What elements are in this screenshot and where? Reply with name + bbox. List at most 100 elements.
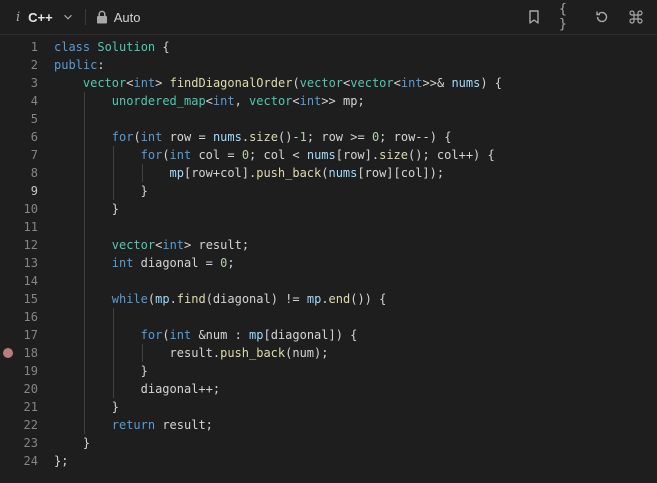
indent-guide [83,92,85,110]
code-line[interactable]: 12 vector<int> result; [0,236,657,254]
code-line[interactable]: 4 unordered_map<int, vector<int>> mp; [0,92,657,110]
bookmark-button[interactable] [525,8,543,26]
code-token: . [321,292,329,306]
code-token: } [140,364,148,378]
code-line[interactable]: 3 vector<int> findDiagonalOrder(vector<ve… [0,74,657,92]
line-number: 6 [30,130,38,144]
code-line[interactable]: 16 [0,308,657,326]
indent-guide [83,110,85,128]
code-token: : [97,58,105,72]
code-text: class Solution { [54,38,170,56]
code-token: { [155,40,170,54]
code-token: Solution [97,40,156,54]
code-line[interactable]: 22 return result; [0,416,657,434]
indent-guide [83,344,85,362]
code-line[interactable]: 6 for(int row = nums.size()-1; row >= 0; … [0,128,657,146]
indent-guide [112,362,114,380]
line-number: 17 [23,328,38,342]
code-token: ( [133,130,141,144]
language-selector[interactable]: i C++ [16,10,75,25]
code-text: for(int row = nums.size()-1; row >= 0; r… [112,128,452,146]
mode-label[interactable]: Auto [114,10,141,25]
code-line[interactable]: 1 class Solution { [0,38,657,56]
code-line[interactable]: 20 diagonal++; [0,380,657,398]
code-line[interactable]: 7 for(int col = 0; col < nums[row].size()… [0,146,657,164]
line-number: 23 [23,436,38,450]
code-token: nums [306,148,336,162]
command-icon [629,10,643,24]
code-line[interactable]: 15 while(mp.find(diagonal) != mp.end()) { [0,290,657,308]
code-text: result.push_back(num); [170,344,329,362]
braces-icon: { } [559,2,567,32]
code-line[interactable]: 9} [0,182,657,200]
code-line[interactable]: 19} [0,362,657,380]
code-token: row = [162,130,213,144]
code-token: nums [328,166,358,180]
autocomplete-mode[interactable]: Auto [96,10,141,25]
line-number: 15 [23,292,38,306]
code-token: mp [155,292,170,306]
indent-guide [83,200,85,218]
code-token: ( [162,148,170,162]
code-token: } [111,400,119,414]
indent-guide [141,164,143,182]
code-line[interactable]: 21} [0,398,657,416]
code-line[interactable]: 18 result.push_back(num); [0,344,657,362]
code-token: }; [54,454,69,468]
code-token: for [140,148,163,162]
format-code-button[interactable]: { } [559,2,577,32]
code-line[interactable]: 8 mp[row+col].push_back(nums[row][col]); [0,164,657,182]
indent-guide [112,326,114,344]
line-number: 22 [23,418,38,432]
code-token: 1 [299,130,307,144]
indent-guide [83,146,85,164]
code-token: nums [451,76,481,90]
code-token: [row]. [335,148,380,162]
code-text: } [112,398,119,416]
indent-guide [83,128,85,146]
indent-guide [83,164,85,182]
code-line[interactable]: 2 public: [0,56,657,74]
code-text: vector<int> findDiagonalOrder(vector<vec… [83,74,502,92]
code-text: vector<int> result; [112,236,249,254]
code-text: for(int &num : mp[diagonal]) { [141,326,358,344]
indent-guide [112,182,114,200]
code-line[interactable]: 23} [0,434,657,452]
language-label[interactable]: C++ [28,10,53,25]
code-token: push_back [220,346,286,360]
code-token: ( [162,328,170,342]
code-token: < [292,94,300,108]
code-editor[interactable]: 1 class Solution {2 public: 3 vector<int> fi… [0,35,657,470]
code-token: ()) { [350,292,387,306]
info-icon[interactable]: i [16,10,20,25]
reset-code-button[interactable] [593,8,611,26]
indent-guide [112,344,114,362]
code-token: (diagonal) != [205,292,307,306]
indent-guide [112,146,114,164]
code-token: } [111,202,119,216]
code-line[interactable]: 5 [0,110,657,128]
shortcuts-button[interactable] [627,8,645,26]
toolbar-actions: { } [525,2,645,32]
code-token: ()- [277,130,300,144]
indent-guide [83,362,85,380]
indent-guide [83,380,85,398]
code-token: [row+col]. [183,166,257,180]
code-line[interactable]: 24}; [0,452,657,470]
line-number: 5 [30,112,38,126]
code-line[interactable]: 13 int diagonal = 0; [0,254,657,272]
code-line[interactable]: 17 for(int &num : mp[diagonal]) { [0,326,657,344]
code-line[interactable]: 14 [0,272,657,290]
code-text: public: [54,56,105,74]
code-line[interactable]: 10} [0,200,657,218]
line-number: 2 [30,58,38,72]
code-token: (num); [285,346,329,360]
code-token: diagonal = [133,256,221,270]
indent-guide [112,380,114,398]
chevron-down-icon[interactable] [61,10,75,24]
code-line[interactable]: 11 [0,218,657,236]
code-text: diagonal++; [141,380,220,398]
indent-guide [83,398,85,416]
line-number: 14 [23,274,38,288]
code-token: ( [292,76,300,90]
